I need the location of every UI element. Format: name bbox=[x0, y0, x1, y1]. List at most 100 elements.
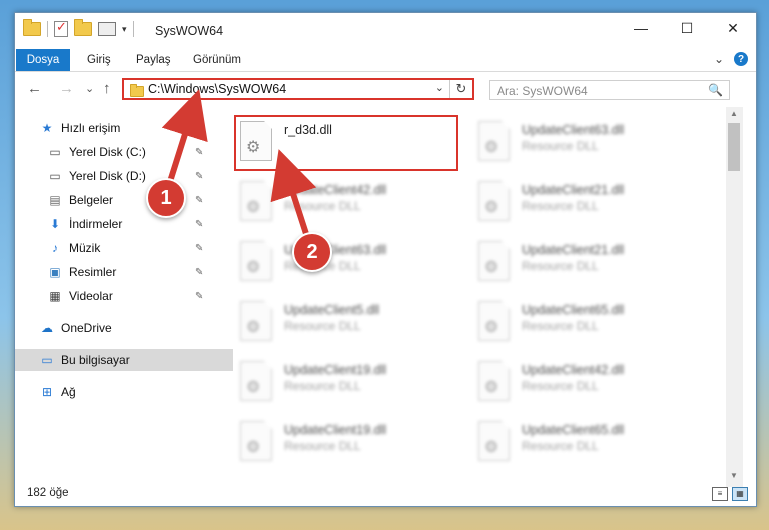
file-type: Resource DLL bbox=[522, 319, 599, 333]
pin-icon[interactable]: ✎ bbox=[195, 243, 203, 254]
file-type: Resource DLL bbox=[284, 379, 361, 393]
dll-file-icon: ⚙ bbox=[478, 421, 510, 461]
search-placeholder: Ara: SysWOW64 bbox=[497, 84, 588, 98]
sidebar-item-videos[interactable]: ▦ Videolar ✎ bbox=[15, 285, 241, 307]
gear-icon: ⚙ bbox=[246, 259, 261, 276]
sidebar-item-pictures[interactable]: ▣ Resimler ✎ bbox=[15, 261, 241, 283]
list-item[interactable]: ⚙ UpdateClient63.dll Resource DLL bbox=[240, 237, 460, 289]
recent-locations-button[interactable]: ⌄ bbox=[85, 82, 94, 95]
file-name: UpdateClient19.dll bbox=[284, 363, 387, 377]
minimize-button[interactable]: — bbox=[618, 13, 664, 43]
sidebar-item-quick-access[interactable]: ★ Hızlı erişim bbox=[15, 117, 233, 139]
tab-giris[interactable]: Giriş bbox=[87, 49, 111, 71]
tab-paylas[interactable]: Paylaş bbox=[136, 49, 171, 71]
dll-file-icon: ⚙ bbox=[478, 121, 510, 161]
sidebar-item-label: Müzik bbox=[69, 241, 101, 255]
file-name: UpdateClient42.dll bbox=[522, 363, 625, 377]
sidebar-item-label: OneDrive bbox=[61, 321, 112, 335]
navigation-pane: ★ Hızlı erişim ▭ Yerel Disk (C:) ✎ ▭ Yer… bbox=[15, 117, 233, 467]
details-view-button[interactable]: ≡ bbox=[712, 487, 728, 501]
up-button[interactable]: ↑ bbox=[103, 80, 111, 97]
view-icon[interactable] bbox=[98, 22, 116, 36]
properties-icon[interactable] bbox=[54, 19, 68, 37]
list-item[interactable]: ⚙ UpdateClient42.dll Resource DLL bbox=[240, 177, 460, 229]
pictures-icon: ▣ bbox=[49, 265, 61, 279]
tab-dosya[interactable]: Dosya bbox=[16, 49, 70, 71]
list-item[interactable]: ⚙ UpdateClient19.dll Resource DLL bbox=[240, 417, 460, 469]
icons-view-button[interactable]: ▦ bbox=[732, 487, 748, 501]
pin-icon[interactable]: ✎ bbox=[195, 267, 203, 278]
file-type: Resource DLL bbox=[522, 139, 599, 153]
list-item[interactable]: ⚙ UpdateClient21.dll Resource DLL bbox=[478, 177, 698, 229]
list-item[interactable]: ⚙ UpdateClient65.dll Resource DLL bbox=[478, 417, 698, 469]
list-item[interactable]: ⚙ UpdateClient65.dll Resource DLL bbox=[478, 297, 698, 349]
sidebar-item-music[interactable]: ♪ Müzik ✎ bbox=[15, 237, 241, 259]
pin-icon[interactable]: ✎ bbox=[195, 291, 203, 302]
close-button[interactable]: ✕ bbox=[710, 13, 756, 43]
explorer-window: ▾ SysWOW64 — ☐ ✕ Dosya Giriş Paylaş Görü… bbox=[14, 12, 757, 507]
pin-icon[interactable]: ✎ bbox=[195, 195, 203, 206]
search-icon[interactable]: 🔍 bbox=[708, 83, 723, 97]
customize-qa-icon[interactable]: ▾ bbox=[122, 24, 127, 35]
gear-icon: ⚙ bbox=[484, 139, 499, 156]
file-name: UpdateClient5.dll bbox=[284, 303, 380, 317]
back-button[interactable]: ← bbox=[27, 80, 42, 97]
scrollbar-thumb[interactable] bbox=[728, 123, 740, 171]
drive-icon: ▭ bbox=[49, 169, 61, 183]
dll-file-icon: ⚙ bbox=[478, 181, 510, 221]
help-icon[interactable]: ? bbox=[734, 52, 748, 66]
sidebar-item-this-pc[interactable]: ▭ Bu bilgisayar bbox=[15, 349, 233, 371]
address-bar[interactable]: C:\Windows\SysWOW64 ⌄ ↻ bbox=[122, 78, 474, 100]
sidebar-item-onedrive[interactable]: ☁ OneDrive bbox=[15, 317, 233, 339]
scroll-up-icon[interactable]: ▲ bbox=[730, 109, 738, 118]
maximize-button[interactable]: ☐ bbox=[664, 13, 710, 43]
forward-button[interactable]: → bbox=[59, 80, 74, 97]
vertical-scrollbar[interactable]: ▲ ▼ bbox=[726, 107, 743, 487]
file-type: Resource DLL bbox=[522, 439, 599, 453]
list-item[interactable]: ⚙ UpdateClient42.dll Resource DLL bbox=[478, 357, 698, 409]
list-item[interactable]: ⚙ UpdateClient63.dll Resource DLL bbox=[478, 117, 698, 169]
gear-icon: ⚙ bbox=[484, 199, 499, 216]
title-bar: ▾ SysWOW64 — ☐ ✕ bbox=[15, 13, 756, 49]
file-name: UpdateClient42.dll bbox=[284, 183, 387, 197]
sidebar-item-documents[interactable]: ▤ Belgeler ✎ bbox=[15, 189, 241, 211]
sidebar-item-downloads[interactable]: ⬇ İndirmeler ✎ bbox=[15, 213, 241, 235]
highlight-r-d3d bbox=[234, 115, 458, 171]
file-name: UpdateClient65.dll bbox=[522, 423, 625, 437]
sidebar-item-label: Videolar bbox=[69, 289, 113, 303]
dll-file-icon: ⚙ bbox=[240, 301, 272, 341]
address-path[interactable]: C:\Windows\SysWOW64 bbox=[148, 82, 286, 96]
gear-icon: ⚙ bbox=[246, 319, 261, 336]
refresh-icon[interactable]: ↻ bbox=[449, 80, 472, 98]
sidebar-item-label: Belgeler bbox=[69, 193, 114, 207]
list-item[interactable]: ⚙ UpdateClient19.dll Resource DLL bbox=[240, 357, 460, 409]
tab-gorunum[interactable]: Görünüm bbox=[193, 49, 241, 71]
chevron-down-icon[interactable]: ⌄ bbox=[435, 81, 444, 94]
computer-icon: ▭ bbox=[41, 353, 53, 367]
file-name: UpdateClient63.dll bbox=[522, 123, 625, 137]
sidebar-item-label: Ağ bbox=[61, 385, 76, 399]
sidebar-item-local-disk-d[interactable]: ▭ Yerel Disk (D:) ✎ bbox=[15, 165, 241, 187]
search-input[interactable]: Ara: SysWOW64 🔍 bbox=[489, 80, 730, 100]
sidebar-item-local-disk-c[interactable]: ▭ Yerel Disk (C:) ✎ bbox=[15, 141, 241, 163]
pin-icon[interactable]: ✎ bbox=[195, 147, 203, 158]
videos-icon: ▦ bbox=[49, 289, 61, 303]
file-name: UpdateClient21.dll bbox=[522, 243, 625, 257]
scroll-down-icon[interactable]: ▼ bbox=[730, 471, 738, 480]
sidebar-item-label: Yerel Disk (C:) bbox=[69, 145, 146, 159]
expand-ribbon-icon[interactable]: ⌄ bbox=[714, 52, 724, 66]
sidebar-item-network[interactable]: ⊞ Ağ bbox=[15, 381, 233, 403]
cloud-icon: ☁ bbox=[41, 321, 53, 335]
list-item[interactable]: ⚙ UpdateClient5.dll Resource DLL bbox=[240, 297, 460, 349]
list-item[interactable]: ⚙ UpdateClient21.dll Resource DLL bbox=[478, 237, 698, 289]
gear-icon: ⚙ bbox=[484, 379, 499, 396]
pin-icon[interactable]: ✎ bbox=[195, 171, 203, 182]
new-folder-icon[interactable] bbox=[74, 19, 92, 36]
gear-icon: ⚙ bbox=[484, 439, 499, 456]
divider bbox=[132, 21, 134, 37]
drive-icon: ▭ bbox=[49, 145, 61, 159]
sidebar-item-label: Hızlı erişim bbox=[61, 121, 121, 135]
star-icon: ★ bbox=[41, 121, 53, 135]
file-name: UpdateClient65.dll bbox=[522, 303, 625, 317]
pin-icon[interactable]: ✎ bbox=[195, 219, 203, 230]
